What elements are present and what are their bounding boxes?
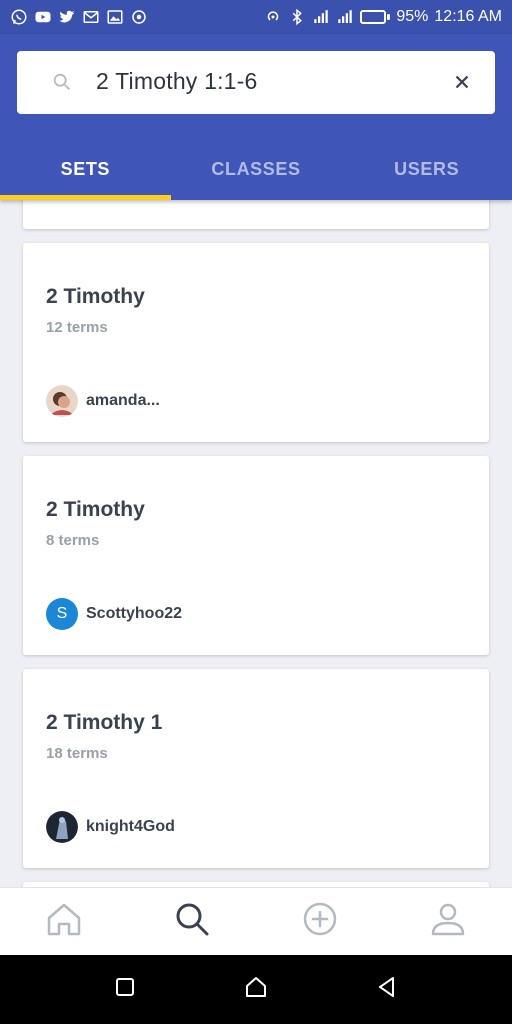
profile-icon xyxy=(429,900,467,943)
system-status: 95% 12:16 AM xyxy=(264,8,502,26)
set-title: 2 Timothy xyxy=(46,498,145,521)
search-icon xyxy=(173,900,211,943)
battery-percent: 95% xyxy=(396,8,429,25)
search-input[interactable]: 2 Timothy 1:1-6 xyxy=(96,68,258,95)
twitter-icon xyxy=(58,8,76,26)
whatsapp-icon xyxy=(10,8,28,26)
term-count: 8 terms xyxy=(46,532,100,549)
username: amanda... xyxy=(86,392,160,409)
username: knight4God xyxy=(86,818,175,835)
set-author[interactable]: S Scottyhoo22 xyxy=(46,598,182,630)
status-bar: 95% 12:16 AM xyxy=(0,0,512,34)
gmail-icon xyxy=(82,8,100,26)
home-button[interactable] xyxy=(244,975,268,1004)
search-icon xyxy=(51,71,73,93)
back-button[interactable] xyxy=(375,975,399,1004)
system-navigation-bar xyxy=(0,955,512,1024)
tab-sets[interactable]: SETS xyxy=(0,139,171,200)
nav-search[interactable] xyxy=(128,888,256,955)
bluetooth-icon xyxy=(288,8,306,26)
set-author[interactable]: amanda... xyxy=(46,385,160,417)
set-author[interactable]: knight4God xyxy=(46,811,175,843)
avatar xyxy=(46,811,78,843)
nav-home[interactable] xyxy=(0,888,128,955)
search-bar[interactable]: 2 Timothy 1:1-6 xyxy=(17,51,495,114)
username: Scottyhoo22 xyxy=(86,605,183,622)
youtube-icon xyxy=(34,8,52,26)
bottom-navigation xyxy=(0,887,512,955)
term-count: 12 terms xyxy=(46,319,108,336)
gallery-icon xyxy=(106,8,124,26)
set-title: 2 Timothy xyxy=(46,285,145,308)
nav-profile[interactable] xyxy=(384,888,512,955)
avatar xyxy=(46,385,78,417)
camera-icon xyxy=(130,8,148,26)
results-list: 2 Timothy 12 terms amanda... 2 Timothy 8… xyxy=(0,200,512,887)
notification-icons xyxy=(10,8,148,26)
result-card-partial[interactable] xyxy=(23,200,489,229)
term-count: 18 terms xyxy=(46,745,108,762)
hotspot-icon xyxy=(264,8,282,26)
signal-icon xyxy=(336,8,354,26)
result-tabs: SETS CLASSES USERS xyxy=(0,139,512,200)
nav-create[interactable] xyxy=(256,888,384,955)
home-icon xyxy=(45,900,83,943)
signal-icon xyxy=(312,8,330,26)
battery-icon xyxy=(360,10,391,24)
result-card[interactable]: 2 Timothy 8 terms S Scottyhoo22 xyxy=(23,456,489,655)
clock: 12:16 AM xyxy=(434,8,502,25)
tab-classes[interactable]: CLASSES xyxy=(171,139,342,200)
set-title: 2 Timothy 1 xyxy=(46,711,163,734)
avatar: S xyxy=(46,598,78,630)
add-icon xyxy=(301,900,339,943)
tab-users[interactable]: USERS xyxy=(341,139,512,200)
app-header: 2 Timothy 1:1-6 SETS CLASSES USERS xyxy=(0,34,512,200)
clear-search-icon[interactable] xyxy=(451,71,473,93)
result-card[interactable]: 2 Timothy 1 18 terms knight4God xyxy=(23,669,489,868)
result-card[interactable]: 2 Timothy 12 terms amanda... xyxy=(23,243,489,442)
active-tab-indicator xyxy=(0,195,171,200)
recent-apps-button[interactable] xyxy=(113,975,137,1004)
